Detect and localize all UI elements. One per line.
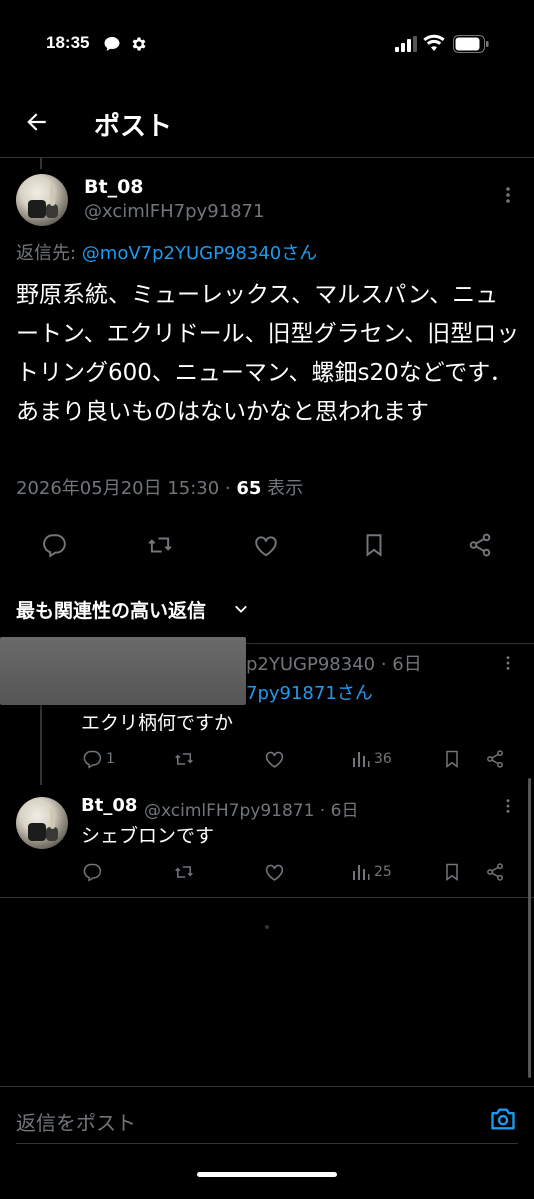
views-count: 36 (374, 751, 392, 767)
avatar[interactable] (16, 174, 68, 226)
reply-to-link[interactable]: @moV7p2YUGP98340さん (82, 243, 317, 264)
author-name[interactable]: Bt_08 (84, 176, 144, 198)
post-text: 野原系統、ミューレックス、マルスパン、ニュートン、エクリドール、旧型グラセン、旧… (16, 282, 520, 425)
battery-icon (453, 35, 489, 53)
more-icon[interactable] (500, 655, 516, 671)
share-icon[interactable] (485, 749, 505, 769)
reply-text: エクリ柄何ですか (81, 712, 234, 734)
post-meta: 2026年05月20日 15:30 · 65 表示 (16, 474, 303, 500)
reply-icon[interactable] (82, 862, 102, 882)
views-icon[interactable] (352, 750, 370, 768)
wifi-icon (423, 34, 445, 52)
back-arrow-icon[interactable] (24, 109, 50, 135)
author-handle[interactable]: @xcimlFH7py91871 (84, 201, 264, 222)
repost-icon[interactable] (173, 749, 195, 769)
loading-dot (265, 925, 269, 929)
thread-line (40, 705, 42, 785)
signal-icon (395, 36, 417, 52)
avatar[interactable] (16, 797, 68, 849)
reply-handle-time[interactable]: @xcimlFH7py91871 · 6日 (144, 796, 358, 821)
reply-divider (0, 897, 534, 898)
views-count: 25 (374, 864, 392, 880)
share-icon[interactable] (485, 862, 505, 882)
bookmark-icon[interactable] (361, 532, 387, 558)
reply-to-line: 返信先: @moV7p2YUGP98340さん (16, 239, 317, 265)
post-timestamp: 2026年05月20日 15:30 · (16, 478, 237, 499)
more-icon[interactable] (500, 186, 516, 204)
reply-icon[interactable] (41, 532, 67, 558)
reply-text: シェブロンです (81, 825, 215, 847)
composer-divider (0, 1086, 534, 1087)
views-label: 表示 (261, 478, 304, 499)
reply-handle-time[interactable]: p2YUGP98340 · 6日 (246, 650, 422, 676)
home-indicator[interactable] (197, 1172, 337, 1177)
repost-icon[interactable] (146, 532, 174, 558)
header-divider (0, 157, 534, 158)
reply-composer-input[interactable]: 返信をポスト (16, 1107, 136, 1136)
views-icon[interactable] (352, 863, 370, 881)
reply-icon[interactable] (82, 749, 102, 769)
like-icon[interactable] (264, 749, 285, 770)
like-icon[interactable] (264, 862, 285, 883)
views-count: 65 (236, 478, 262, 499)
repost-icon[interactable] (173, 862, 195, 882)
camera-icon[interactable] (489, 1106, 517, 1132)
share-icon[interactable] (467, 532, 493, 558)
replies-sort-label[interactable]: 最も関連性の高い返信 (16, 596, 206, 623)
page-title: ポスト (94, 112, 173, 142)
settings-gear-icon (130, 35, 148, 53)
scrollbar[interactable] (528, 778, 531, 1078)
author-name[interactable]: Bt_08 (81, 795, 137, 816)
bookmark-icon[interactable] (442, 862, 462, 882)
redaction-overlay (0, 637, 246, 705)
more-icon[interactable] (500, 798, 516, 814)
composer-underline (16, 1143, 518, 1144)
reply-to-prefix: 返信先: (16, 243, 82, 264)
chat-status-icon (103, 35, 121, 53)
status-time: 18:35 (46, 33, 90, 52)
thread-line-top (40, 157, 42, 169)
bookmark-icon[interactable] (442, 749, 462, 769)
reply-count: 1 (106, 751, 115, 767)
reply-to-link[interactable]: 7py91871さん (246, 679, 373, 705)
chevron-down-icon[interactable] (232, 600, 250, 618)
like-icon[interactable] (253, 533, 279, 559)
